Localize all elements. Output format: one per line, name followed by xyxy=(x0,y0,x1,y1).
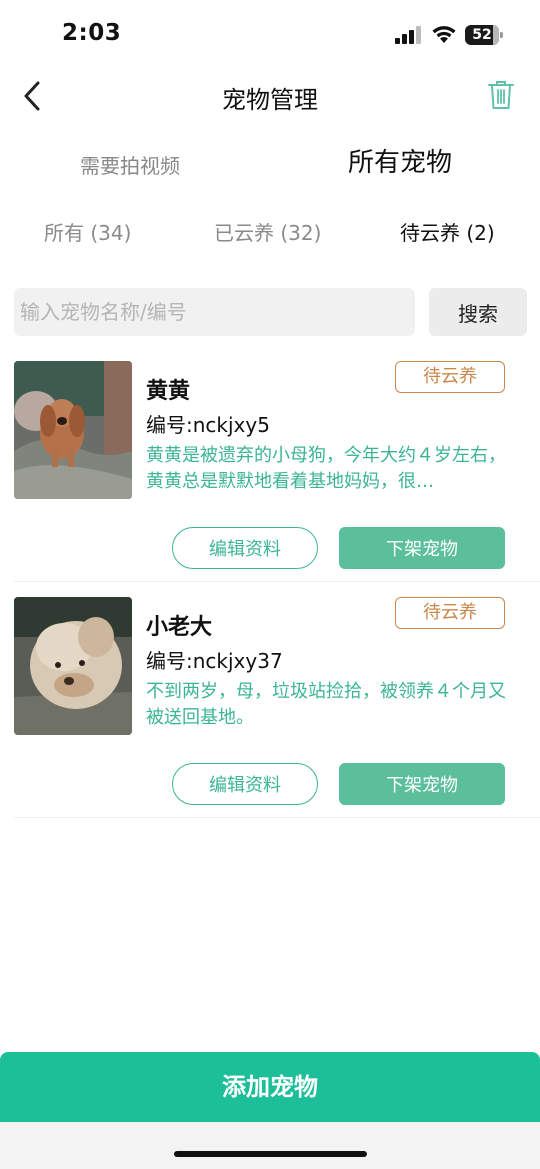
battery-icon: 52 xyxy=(465,25,503,45)
status-time: 2:03 xyxy=(62,20,122,46)
tab-all-pets[interactable]: 所有宠物 xyxy=(348,142,452,179)
pet-description: 不到两岁，母，垃圾站捡拾，被领养４个月又被送回基地。 xyxy=(146,681,506,728)
add-pet-button[interactable]: 添加宠物 xyxy=(0,1052,540,1122)
page-title: 宠物管理 xyxy=(222,86,318,114)
filter-all[interactable]: 所有 (34) xyxy=(44,217,131,246)
bottom-safe-area xyxy=(0,1122,540,1169)
pet-name: 黄黄 xyxy=(146,379,191,404)
pet-name: 小老大 xyxy=(146,615,213,640)
home-indicator xyxy=(174,1151,367,1157)
divider xyxy=(14,817,540,818)
edit-profile-button[interactable]: 编辑资料 xyxy=(172,763,318,805)
edit-profile-button[interactable]: 编辑资料 xyxy=(172,527,318,569)
take-offline-button[interactable]: 下架宠物 xyxy=(339,763,505,805)
search-button[interactable]: 搜索 xyxy=(429,288,527,336)
pet-card[interactable]: 黄黄 编号:nckjxy5 黄黄是被遗弃的小母狗，今年大约４岁左右，黄黄总是默默… xyxy=(0,361,540,597)
tab-need-video[interactable]: 需要拍视频 xyxy=(80,150,180,179)
take-offline-button[interactable]: 下架宠物 xyxy=(339,527,505,569)
divider xyxy=(14,581,540,582)
pet-code: 编号:nckjxy5 xyxy=(146,413,270,437)
pet-code: 编号:nckjxy37 xyxy=(146,649,283,673)
pet-description: 黄黄是被遗弃的小母狗，今年大约４岁左右，黄黄总是默默地看着基地妈妈，很… xyxy=(146,445,506,492)
status-filter-bar: 所有 (34) 已云养 (32) 待云养 (2) xyxy=(0,215,540,249)
trash-icon[interactable] xyxy=(487,80,515,110)
search-box xyxy=(14,288,415,336)
filter-adopted[interactable]: 已云养 (32) xyxy=(214,217,321,246)
pet-photo xyxy=(14,361,132,499)
pet-photo xyxy=(14,597,132,735)
status-badge: 待云养 xyxy=(395,597,505,629)
status-badge: 待云养 xyxy=(395,361,505,393)
status-bar: 2:03 52 xyxy=(0,0,540,70)
top-tabs: 需要拍视频 所有宠物 xyxy=(0,142,540,182)
filter-pending[interactable]: 待云养 (2) xyxy=(400,217,495,246)
wifi-icon xyxy=(432,26,456,43)
battery-level: 52 xyxy=(472,27,492,43)
search-input[interactable] xyxy=(14,288,415,336)
cellular-signal-icon xyxy=(395,26,421,44)
pet-card[interactable]: 小老大 编号:nckjxy37 不到两岁，母，垃圾站捡拾，被领养４个月又被送回基… xyxy=(0,597,540,833)
